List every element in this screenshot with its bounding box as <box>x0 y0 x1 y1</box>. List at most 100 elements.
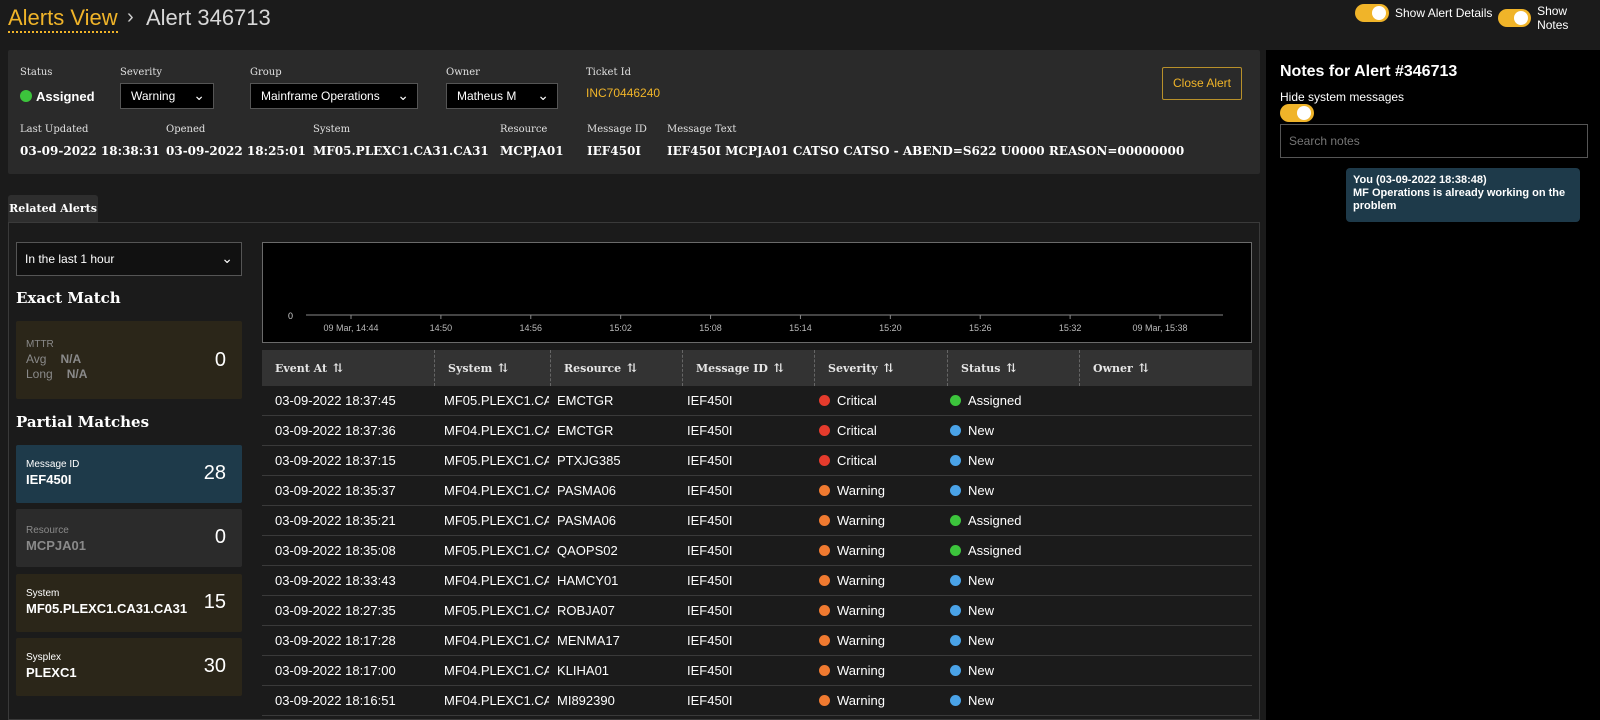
column-header-system[interactable]: System ⇅ <box>435 350 551 386</box>
table-row[interactable]: 03-09-2022 18:37:36 MF04.PLEXC1.CA31.CA31… <box>262 416 1252 446</box>
cell-system: MF04.PLEXC1.CA31.CA31 <box>444 573 549 588</box>
partial-card-label: Message ID <box>26 459 80 470</box>
partial-card-count: 30 <box>203 655 226 677</box>
x-tick-label: 15:26 <box>969 323 992 333</box>
chevron-down-icon: ⌄ <box>193 87 205 103</box>
ticket-id-label: Ticket Id <box>586 67 631 78</box>
ticket-id-link[interactable]: INC70446240 <box>586 86 660 100</box>
search-notes-input[interactable] <box>1280 124 1588 158</box>
partial-card-system[interactable]: System MF05.PLEXC1.CA31.CA31 15 <box>16 574 242 632</box>
hide-system-messages-toggle[interactable] <box>1280 104 1314 122</box>
cell-owner <box>1083 416 1243 446</box>
time-range-value: In the last 1 hour <box>25 252 115 266</box>
toggle-switch[interactable] <box>1355 4 1389 22</box>
partial-card-sysplex[interactable]: Sysplex PLEXC1 30 <box>16 638 242 696</box>
table-row[interactable]: 03-09-2022 18:37:45 MF05.PLEXC1.CA31.CA31… <box>262 386 1252 416</box>
table-row[interactable]: 03-09-2022 18:35:21 MF05.PLEXC1.CA31.CA31… <box>262 506 1252 536</box>
table-row[interactable]: 03-09-2022 18:33:43 MF04.PLEXC1.CA31.CA31… <box>262 566 1252 596</box>
top-bar: Alerts View › Alert 346713 Show Alert De… <box>0 0 1600 40</box>
partial-card-resource[interactable]: Resource MCPJA01 0 <box>16 509 242 567</box>
sort-icon[interactable]: ⇅ <box>774 361 784 375</box>
related-alerts-table-header: Event At ⇅ System ⇅ Resource ⇅ Message ID ⇅ … <box>262 350 1252 386</box>
cell-event-at: 03-09-2022 18:16:51 <box>275 693 396 708</box>
show-alert-details-toggle[interactable]: Show Alert Details <box>1355 4 1492 22</box>
partial-card-label: System <box>26 588 60 599</box>
cell-event-at: 03-09-2022 18:17:00 <box>275 663 396 678</box>
cell-owner <box>1083 566 1243 596</box>
cell-message-id: IEF450I <box>687 693 733 708</box>
time-range-select[interactable]: In the last 1 hour ⌄ <box>16 242 242 276</box>
partial-card-value: MCPJA01 <box>26 538 86 553</box>
cell-resource: MI892390 <box>557 693 615 708</box>
last-updated-label: Last Updated <box>20 124 89 135</box>
chevron-down-icon: ⌄ <box>397 87 409 103</box>
table-row[interactable]: 03-09-2022 18:35:08 MF05.PLEXC1.CA31.CA31… <box>262 536 1252 566</box>
cell-status: Assigned <box>950 506 1070 536</box>
x-tick-label: 15:08 <box>699 323 722 333</box>
owner-label: Owner <box>446 67 480 78</box>
cell-owner <box>1083 596 1243 626</box>
chevron-down-icon: ⌄ <box>221 250 233 266</box>
cell-resource: QAOPS02 <box>557 543 618 558</box>
toggle-switch[interactable] <box>1498 9 1532 27</box>
group-select[interactable]: Mainframe Operations ⌄ <box>250 83 418 109</box>
show-notes-label: Show Notes <box>1537 4 1569 32</box>
cell-status: New <box>950 566 1070 596</box>
column-header-status[interactable]: Status ⇅ <box>948 350 1080 386</box>
close-alert-button[interactable]: Close Alert <box>1162 67 1242 100</box>
x-tick-label: 15:20 <box>879 323 902 333</box>
severity-value: Warning <box>131 89 176 103</box>
column-header-resource[interactable]: Resource ⇅ <box>551 350 683 386</box>
note-author: You (03-09-2022 18:38:48) <box>1353 174 1487 186</box>
group-label: Group <box>250 67 282 78</box>
column-header-message-id[interactable]: Message ID ⇅ <box>683 350 815 386</box>
cell-status: New <box>950 596 1070 626</box>
cell-system: MF04.PLEXC1.CA31.CA31 <box>444 483 549 498</box>
partial-card-message-id[interactable]: Message ID IEF450I 28 <box>16 445 242 503</box>
severity-dot-icon <box>819 575 830 586</box>
hide-system-messages-label: Hide system messages <box>1280 90 1405 104</box>
owner-select[interactable]: Matheus M ⌄ <box>446 83 558 109</box>
x-tick-label: 15:14 <box>789 323 812 333</box>
breadcrumb-alerts-view[interactable]: Alerts View <box>8 5 118 33</box>
tab-related-alerts[interactable]: Related Alerts <box>8 195 98 222</box>
table-row[interactable]: 03-09-2022 18:27:35 MF05.PLEXC1.CA31.CA31… <box>262 596 1252 626</box>
table-row[interactable]: 03-09-2022 18:17:00 MF04.PLEXC1.CA31.CA31… <box>262 656 1252 686</box>
table-row[interactable]: 03-09-2022 18:17:28 MF04.PLEXC1.CA31.CA31… <box>262 626 1252 656</box>
severity-dot-icon <box>819 545 830 556</box>
table-row[interactable]: 03-09-2022 18:37:15 MF05.PLEXC1.CA31.CA31… <box>262 446 1252 476</box>
column-header-owner[interactable]: Owner ⇅ <box>1080 350 1252 386</box>
cell-resource: PASMA06 <box>557 483 617 498</box>
table-row[interactable]: 03-09-2022 18:16:51 MF04.PLEXC1.CA31.CA31… <box>262 686 1252 716</box>
status-dot-icon <box>950 515 961 526</box>
cell-event-at: 03-09-2022 18:33:43 <box>275 573 396 588</box>
breadcrumb-separator: › <box>127 6 134 28</box>
severity-dot-icon <box>819 455 830 466</box>
sort-icon[interactable]: ⇅ <box>498 361 508 375</box>
sort-icon[interactable]: ⇅ <box>1139 361 1149 375</box>
column-header-severity[interactable]: Severity ⇅ <box>815 350 948 386</box>
cell-severity: Warning <box>819 596 939 626</box>
cell-message-id: IEF450I <box>687 633 733 648</box>
sort-icon[interactable]: ⇅ <box>627 361 637 375</box>
severity-select[interactable]: Warning ⌄ <box>120 83 214 109</box>
table-row[interactable]: 03-09-2022 18:35:37 MF04.PLEXC1.CA31.CA31… <box>262 476 1252 506</box>
column-header-event-at[interactable]: Event At ⇅ <box>262 350 435 386</box>
cell-system: MF05.PLEXC1.CA31.CA31 <box>444 453 549 468</box>
show-notes-toggle[interactable]: Show Notes <box>1498 4 1600 32</box>
alert-details-panel: Status Assigned Severity Warning ⌄ Group… <box>8 50 1260 174</box>
exact-match-card[interactable]: MTTR Avg N/A Long N/A 0 <box>16 321 242 399</box>
resource-label: Resource <box>500 124 548 135</box>
exact-match-title: Exact Match <box>16 289 121 307</box>
cell-message-id: IEF450I <box>687 603 733 618</box>
sort-icon[interactable]: ⇅ <box>884 361 894 375</box>
partial-card-value: IEF450I <box>26 472 72 487</box>
status-dot-icon <box>950 605 961 616</box>
message-id-value: IEF450I <box>587 144 641 158</box>
cell-message-id: IEF450I <box>687 543 733 558</box>
sort-icon[interactable]: ⇅ <box>1006 361 1016 375</box>
sort-icon[interactable]: ⇅ <box>333 361 343 375</box>
cell-status: New <box>950 626 1070 656</box>
cell-system: MF04.PLEXC1.CA31.CA31 <box>444 693 549 708</box>
message-text-value: IEF450I MCPJA01 CATSO CATSO - ABEND=S622… <box>667 144 1185 158</box>
